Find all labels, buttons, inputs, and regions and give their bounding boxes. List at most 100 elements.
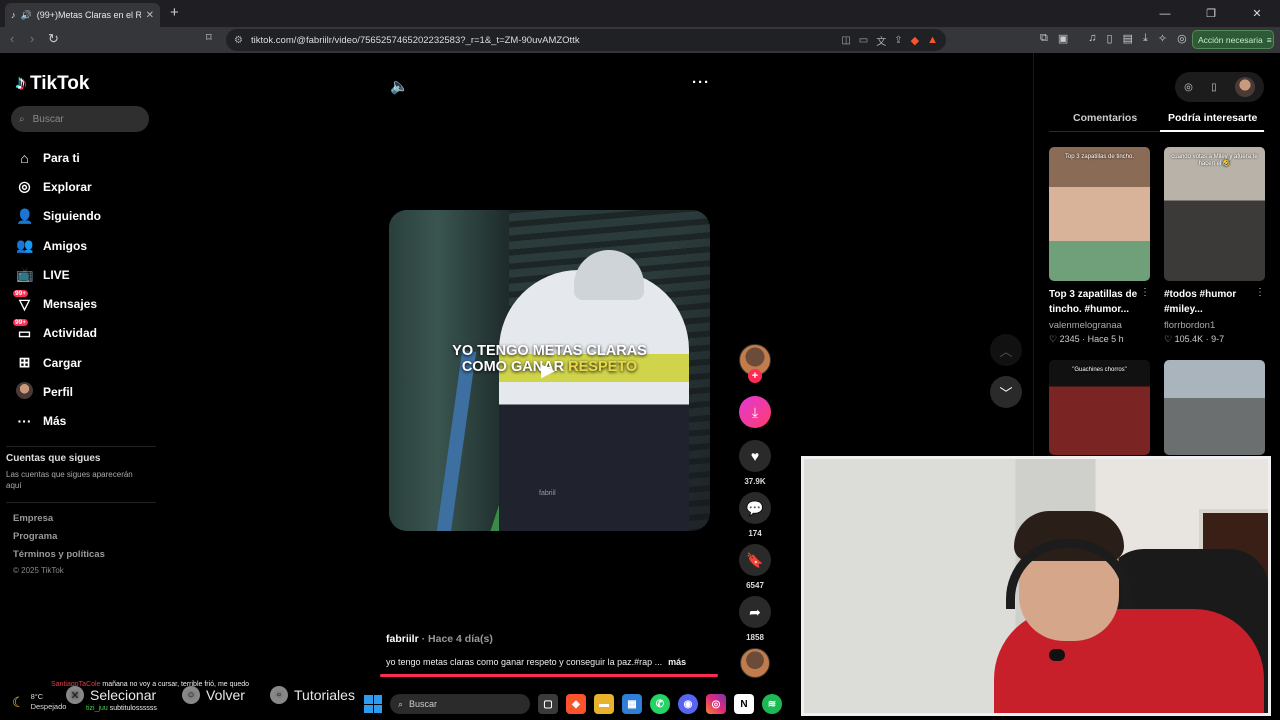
file-explorer-icon[interactable]: ▬ [594,694,614,714]
extensions-icon[interactable]: ⧉ [1040,32,1048,45]
sidebar-item-label: Mensajes [43,297,98,312]
site-info-icon[interactable]: ⚙ [234,35,243,46]
bookmark-icon[interactable]: ⌑ [206,31,212,44]
card-options-icon[interactable]: ⋮ [1140,287,1150,298]
next-video-button[interactable]: ﹀ [990,376,1022,408]
more-link[interactable]: más [668,657,686,667]
sidebar-item-para-ti[interactable]: ⌂ Para ti [16,143,101,172]
video-progress-bar[interactable] [380,674,718,677]
volume-icon[interactable]: 🔈 [390,77,409,95]
windows-start-icon[interactable] [364,695,382,713]
sidebar-item-cargar[interactable]: ⊞ Cargar [16,348,101,377]
author-name[interactable]: fabriilr [386,633,419,645]
cast-icon[interactable]: ▭ [859,35,868,46]
new-tab-button[interactable]: + [170,4,179,21]
tab-podria-interesarte[interactable]: Podría interesarte [1168,112,1257,124]
save-button[interactable]: 🔖 [739,544,771,576]
screenshot-icon[interactable]: ▣ [1058,32,1068,45]
taskbar-weather[interactable]: ☾ 8°C Despejado [12,692,66,712]
chat-text: subtitulossssss [109,705,157,712]
notion-icon[interactable]: N [734,694,754,714]
close-window-button[interactable]: ✕ [1234,0,1280,27]
maximize-button[interactable]: ❐ [1188,0,1234,27]
hint-label: Tutoriales [294,687,355,703]
whatsapp-icon[interactable]: ✆ [650,694,670,714]
search-input[interactable]: ⌕ Buscar [11,106,149,132]
footer-link-terminos[interactable]: Términos y políticas [13,549,105,567]
user-avatar[interactable] [1234,77,1255,97]
card-options-icon[interactable]: ⋮ [1255,287,1265,298]
music-disc-avatar[interactable] [740,648,770,678]
suggested-title[interactable]: Top 3 zapatillas de tincho. #humor... [1049,287,1145,317]
share-button[interactable]: ➦ [739,596,771,628]
video-player[interactable]: YO TENGO METAS CLARAS COMO GANAR RESPETO… [389,210,710,531]
suggested-title[interactable]: #todos #humor #miley... [1164,287,1260,317]
previous-video-button[interactable]: ︿ [990,334,1022,366]
sidebar-item-mas[interactable]: ··· Más [16,407,101,436]
sidebar-item-live[interactable]: 📺 LIVE [16,260,101,289]
brave-rewards-icon[interactable]: ▲ [927,34,938,46]
audio-playing-icon[interactable]: 🔊 [21,10,32,21]
sidebar-icon[interactable]: ▯ [1107,32,1113,45]
tab-comentarios[interactable]: Comentarios [1073,112,1137,124]
wallet-icon[interactable]: ▤ [1123,32,1133,45]
sidebar-item-actividad[interactable]: ▭ 99+ Actividad [13,318,101,348]
sidebar-item-amigos[interactable]: 👥 Amigos [16,231,101,260]
tiktok-favicon-icon: ♪ [11,10,16,20]
follow-plus-icon[interactable]: + [748,369,762,383]
forward-button[interactable]: › [30,31,34,46]
hint-label: Selecionar [90,687,157,703]
address-bar[interactable]: ⚙ tiktok.com/@fabriilr/video/75652574652… [226,29,946,51]
suggested-stats: ♡ 105.4K · 9-7 [1164,334,1225,344]
back-button[interactable]: ‹ [10,31,14,46]
brave-shields-icon[interactable]: ◆ [911,34,919,47]
like-button[interactable]: ♥ [739,440,771,472]
share-count: 1858 [746,633,764,642]
music-icon[interactable]: ♫ [1088,32,1096,45]
footer-link-empresa[interactable]: Empresa [13,513,105,531]
share-icon[interactable]: ⇪ [894,35,902,46]
vpn-icon[interactable]: ◎ [1177,32,1187,45]
brave-browser-icon[interactable]: ◆ [566,694,586,714]
sidebar-item-perfil[interactable]: Perfil [16,377,101,406]
suggested-video-thumb[interactable]: Top 3 zapatillas de tincho. [1049,147,1150,281]
taskbar-search[interactable]: ⌕ Buscar [390,694,530,714]
discord-icon[interactable]: ◉ [678,694,698,714]
video-more-options-icon[interactable]: ··· [692,74,710,91]
browser-tab[interactable]: ♪ 🔊 (99+)Metas Claras en el Rap... ✕ [5,3,160,27]
close-tab-icon[interactable]: ✕ [146,10,154,21]
reload-button[interactable]: ↻ [48,31,59,47]
tiktok-note-icon: ♪ [16,72,26,94]
sidebar-item-mensajes[interactable]: ▽ 99+ Mensajes [13,289,101,318]
posted-time: Hace 4 día(s) [428,633,493,645]
sidebar-item-explorar[interactable]: ◎ Explorar [16,172,101,201]
instagram-icon[interactable]: ◎ [706,694,726,714]
download-button[interactable]: ⤓ [739,396,771,428]
store-icon[interactable]: ▦ [622,694,642,714]
action-needed-button[interactable]: Acción necesaria ≡ [1192,30,1274,49]
download-icon[interactable]: ⤓ [1143,32,1148,45]
translate-icon[interactable]: 文 [876,33,886,48]
suggested-video-thumb[interactable]: "Guachines chorros" [1049,360,1150,455]
task-view-icon[interactable]: ▢ [538,694,558,714]
suggested-video-thumb[interactable]: cuando votas a Miley y afuera te hacen e… [1164,147,1265,281]
search-icon: ⌕ [398,698,404,709]
suggested-user[interactable]: valenmelogranaa [1049,320,1122,331]
suggested-user[interactable]: florrbordon1 [1164,320,1215,331]
media-icon[interactable]: ◫ [841,35,850,46]
minimize-button[interactable]: — [1142,0,1188,27]
window-controls: — ❐ ✕ [1142,0,1280,27]
tiktok-logo[interactable]: ♪ TikTok [16,72,89,95]
url-text[interactable]: tiktok.com/@fabriilr/video/7565257465202… [251,35,833,46]
profile-avatar [16,382,33,402]
footer-link-programa[interactable]: Programa [13,531,105,549]
coin-icon[interactable]: ◎ [1184,82,1193,93]
leo-icon[interactable]: ✧ [1158,32,1167,45]
spotify-icon[interactable]: ≋ [762,694,782,714]
device-icon[interactable]: ▯ [1211,82,1217,93]
compass-icon: ◎ [18,178,31,195]
sidebar-item-siguiendo[interactable]: 👤 Siguiendo [16,202,101,231]
play-icon[interactable]: ▶ [541,360,555,381]
comment-button[interactable]: 💬 [739,492,771,524]
suggested-video-thumb[interactable] [1164,360,1265,455]
